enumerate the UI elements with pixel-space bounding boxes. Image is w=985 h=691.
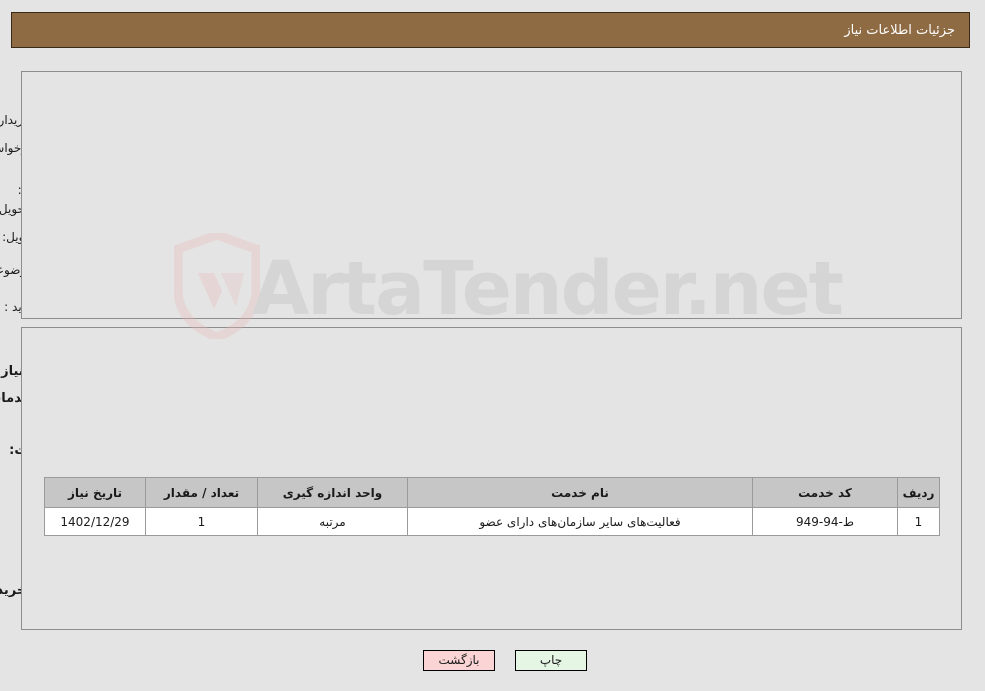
cell-row: 1 [898, 507, 941, 536]
cell-unit: مرتبه [258, 507, 409, 536]
table-row: 1 ط-94-949 فعالیت‌های سایر سازمان‌های دا… [45, 507, 941, 536]
column-header-row: ردیف [898, 477, 941, 508]
column-header-name: نام خدمت [408, 477, 754, 508]
cell-quantity: 1 [146, 507, 259, 536]
back-button[interactable]: بازگشت [424, 650, 496, 671]
column-header-need-date: تاریخ نیاز [45, 477, 147, 508]
column-header-code: کد خدمت [753, 477, 899, 508]
table-header-row: ردیف کد خدمت نام خدمت واحد اندازه گیری ت… [45, 477, 941, 508]
column-header-quantity: تعداد / مقدار [146, 477, 259, 508]
page-title: جزئیات اطلاعات نیاز [845, 22, 956, 38]
page-header: جزئیات اطلاعات نیاز [12, 12, 971, 48]
cell-code: ط-94-949 [753, 507, 899, 536]
print-button[interactable]: چاپ [516, 650, 588, 671]
column-header-unit: واحد اندازه گیری [258, 477, 409, 508]
services-table: ردیف کد خدمت نام خدمت واحد اندازه گیری ت… [45, 477, 941, 536]
cell-need-date: 1402/12/29 [45, 507, 147, 536]
cell-name: فعالیت‌های سایر سازمان‌های دارای عضو [408, 507, 754, 536]
need-info-panel [22, 71, 963, 319]
